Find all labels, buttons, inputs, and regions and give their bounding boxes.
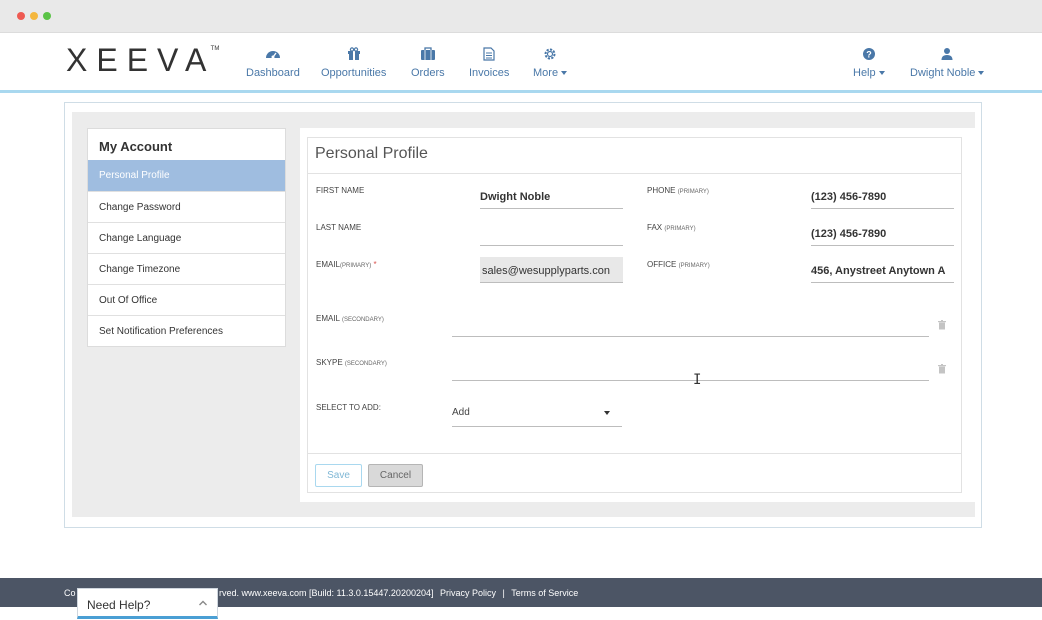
- svg-text:?: ?: [866, 50, 872, 60]
- delete-skype-secondary-icon[interactable]: [937, 364, 947, 374]
- skype-label-text: SKYPE: [316, 358, 343, 367]
- close-window-dot[interactable]: [17, 12, 25, 20]
- phone-primary-label: PHONE (PRIMARY): [647, 186, 709, 195]
- document-icon: [469, 47, 509, 63]
- phone-qualifier: (PRIMARY): [677, 189, 709, 195]
- fax-primary-field[interactable]: (123) 456-7890: [811, 220, 954, 246]
- xeeva-logo[interactable]: XEEVA TM: [66, 42, 219, 79]
- office-qualifier: (PRIMARY): [678, 263, 710, 269]
- fax-qualifier: (PRIMARY): [664, 226, 696, 232]
- last-name-field[interactable]: [480, 220, 623, 246]
- add-contact-type-select[interactable]: Add: [452, 402, 622, 427]
- text-cursor-icon: I: [693, 372, 702, 388]
- logo-trademark: TM: [210, 46, 220, 52]
- sidebar-item-change-language[interactable]: Change Language: [88, 222, 285, 253]
- nav-dashboard[interactable]: Dashboard: [246, 47, 300, 79]
- user-icon: [910, 47, 984, 63]
- select-value: Add: [452, 407, 470, 418]
- nav-help[interactable]: ? Help: [853, 47, 885, 79]
- form-footer-divider: [307, 453, 962, 454]
- page-title: Personal Profile: [315, 145, 428, 162]
- maximize-window-dot[interactable]: [43, 12, 51, 20]
- first-name-label: FIRST NAME: [316, 186, 365, 195]
- dashboard-icon: [246, 47, 300, 63]
- sidebar-item-change-password[interactable]: Change Password: [88, 191, 285, 222]
- chevron-up-icon: [199, 600, 207, 606]
- logo-text: XEEVA: [66, 42, 216, 78]
- nav-user-menu[interactable]: Dwight Noble: [910, 47, 985, 79]
- gift-icon: [321, 47, 386, 63]
- terms-of-service-link[interactable]: Terms of Service: [511, 588, 578, 598]
- office-label-text: OFFICE: [647, 260, 677, 269]
- nav-opportunities[interactable]: Opportunities: [321, 47, 386, 79]
- sidebar-item-notification-preferences[interactable]: Set Notification Preferences: [88, 315, 285, 346]
- delete-email-secondary-icon[interactable]: [937, 320, 947, 330]
- account-sidebar: My Account Personal Profile Change Passw…: [87, 128, 286, 347]
- email-secondary-label-text: EMAIL: [316, 314, 340, 323]
- footer-copyright: rved. www.xeeva.com [Build: 11.3.0.15447…: [219, 588, 578, 598]
- sidebar-item-out-of-office[interactable]: Out Of Office: [88, 284, 285, 315]
- required-marker: *: [373, 260, 377, 269]
- briefcase-icon: [411, 47, 445, 63]
- app-header: XEEVA TM Dashboard Opportunities Orders I…: [0, 33, 1042, 93]
- select-to-add-label: SELECT TO ADD:: [316, 403, 381, 412]
- last-name-label: LAST NAME: [316, 223, 362, 232]
- caret-down-icon: [604, 411, 610, 415]
- footer-separator: |: [502, 588, 505, 598]
- nav-invoices-label: Invoices: [469, 67, 510, 79]
- sidebar-item-change-timezone[interactable]: Change Timezone: [88, 253, 285, 284]
- nav-more[interactable]: More: [533, 47, 568, 79]
- email-secondary-field[interactable]: [452, 311, 929, 337]
- phone-primary-field[interactable]: (123) 456-7890: [811, 183, 954, 209]
- email-secondary-qualifier: (SECONDARY): [341, 317, 384, 323]
- chevron-down-icon: [878, 71, 885, 76]
- nav-user-label: Dwight Noble: [910, 67, 976, 79]
- footer-prefix: Co: [64, 588, 76, 598]
- title-divider: [307, 173, 962, 174]
- sidebar-title: My Account: [99, 139, 173, 154]
- cancel-button[interactable]: Cancel: [368, 464, 423, 487]
- nav-invoices[interactable]: Invoices: [469, 47, 509, 79]
- privacy-policy-link[interactable]: Privacy Policy: [440, 588, 496, 598]
- skype-secondary-label: SKYPE (SECONDARY): [316, 358, 387, 367]
- chevron-down-icon: [561, 71, 568, 76]
- nav-help-label: Help: [853, 67, 876, 79]
- first-name-field[interactable]: Dwight Noble: [480, 183, 623, 209]
- office-primary-label: OFFICE (PRIMARY): [647, 260, 710, 269]
- email-secondary-label: EMAIL (SECONDARY): [316, 314, 384, 323]
- nav-opportunities-label: Opportunities: [321, 67, 387, 79]
- skype-secondary-field[interactable]: [452, 355, 929, 381]
- email-label-qualifier: (PRIMARY): [340, 263, 372, 269]
- save-button[interactable]: Save: [315, 464, 362, 487]
- footer-build-text: rved. www.xeeva.com [Build: 11.3.0.15447…: [219, 588, 434, 598]
- question-circle-icon: ?: [853, 47, 885, 63]
- email-label-text: EMAIL: [316, 260, 341, 269]
- minimize-window-dot[interactable]: [30, 12, 38, 20]
- fax-primary-label: FAX (PRIMARY): [647, 223, 696, 232]
- nav-orders-label: Orders: [411, 67, 445, 79]
- email-primary-field[interactable]: sales@wesupplyparts.con: [480, 257, 623, 283]
- skype-qualifier: (SECONDARY): [344, 361, 387, 367]
- need-help-label: Need Help?: [87, 598, 151, 612]
- gear-icon: [533, 47, 567, 63]
- browser-chrome: [0, 0, 1042, 33]
- chevron-down-icon: [978, 71, 985, 76]
- phone-label-text: PHONE: [647, 186, 676, 195]
- office-primary-field[interactable]: 456, Anystreet Anytown A: [811, 257, 954, 283]
- nav-orders[interactable]: Orders: [411, 47, 445, 79]
- fax-label-text: FAX: [647, 223, 663, 232]
- nav-more-label: More: [533, 67, 559, 79]
- nav-dashboard-label: Dashboard: [246, 67, 300, 79]
- email-primary-label: EMAIL(PRIMARY) *: [316, 260, 377, 269]
- sidebar-item-personal-profile[interactable]: Personal Profile: [88, 160, 285, 191]
- need-help-widget[interactable]: Need Help?: [77, 588, 218, 619]
